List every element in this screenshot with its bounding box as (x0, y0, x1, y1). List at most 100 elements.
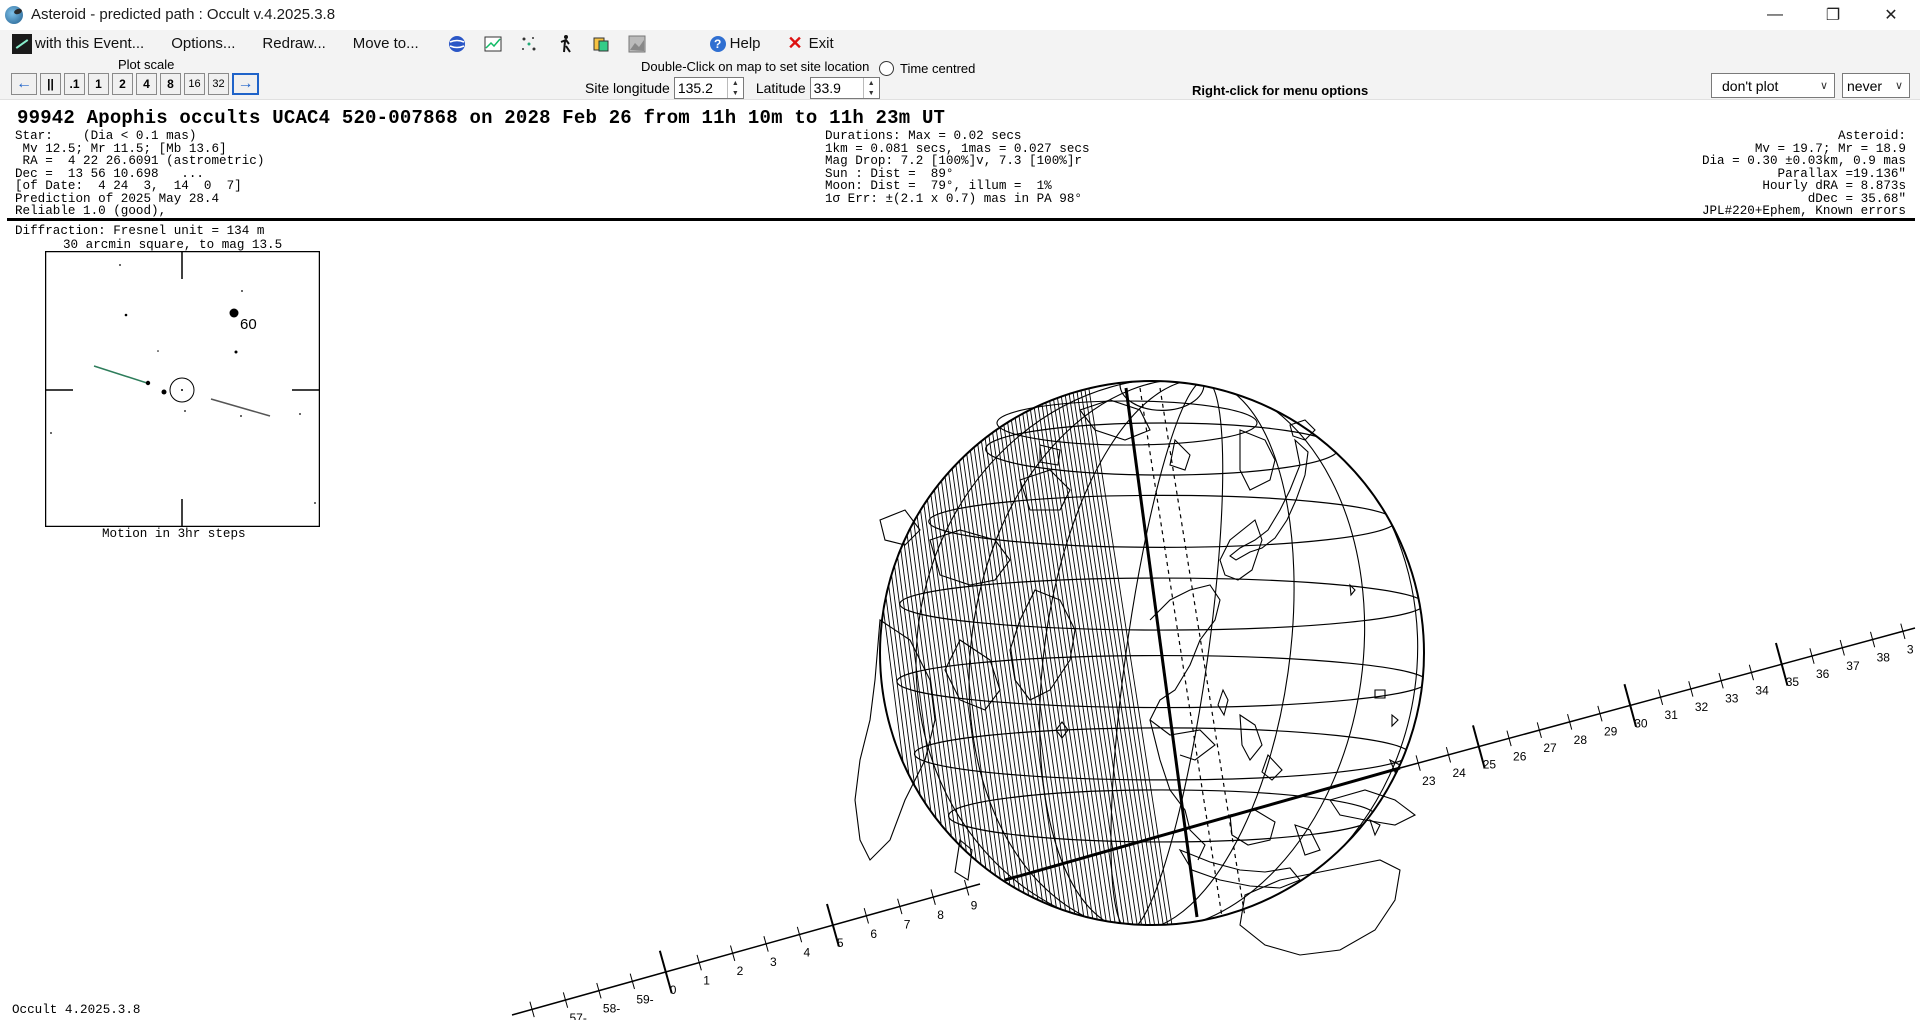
star-info-line: [of Date: 4 24 3, 14 0 7] (15, 179, 242, 193)
menu-options[interactable]: Options... (171, 30, 235, 57)
chevron-down-icon: ∨ (1894, 80, 1903, 92)
scale-button-4[interactable]: 4 (136, 73, 157, 95)
menu-help-label: Help (729, 35, 761, 52)
image-icon[interactable] (626, 33, 648, 55)
asteroid-info: Asteroid: Mv = 19.7; Mr = 18.9 Dia = 0.30 … (1702, 130, 1906, 218)
double-click-hint: Double-Click on map to set site location (641, 59, 870, 74)
menu-options-label: Options... (171, 35, 236, 52)
upper-track-label: 35 (1786, 675, 1800, 689)
close-icon[interactable]: ✕ (1862, 0, 1920, 29)
scale-button-1[interactable]: 1 (88, 73, 109, 95)
title-bar: Asteroid - predicted path : Occult v.4.2… (0, 0, 1920, 29)
plot-select-value: don't plot (1722, 77, 1779, 94)
window-title: Asteroid - predicted path : Occult v.4.2… (31, 6, 336, 23)
scale-button-8[interactable]: 8 (160, 73, 181, 95)
version-footer: Occult 4.2025.3.8 (12, 1003, 141, 1017)
lower-track-label: 0 (670, 983, 677, 997)
event-title: 99942 Apophis occults UCAC4 520-007868 o… (17, 107, 946, 129)
lower-track-label: 4 (803, 946, 810, 960)
event-header: 99942 Apophis occults UCAC4 520-007868 o… (0, 100, 1920, 221)
lower-track-label: 5 (837, 936, 844, 950)
upper-track-label: 27 (1543, 741, 1557, 755)
minimize-icon[interactable]: — (1746, 0, 1804, 29)
never-select-value: never (1847, 77, 1883, 94)
site-longitude-label: Site longitude (585, 80, 670, 96)
scale-button-2[interactable]: 2 (112, 73, 133, 95)
star-info-line: Star: (Dia < 0.1 mas) (15, 129, 197, 143)
pause-button[interactable]: || (40, 73, 61, 95)
lower-track-label: 1 (703, 974, 710, 988)
globe-icon[interactable] (446, 33, 468, 55)
upper-track-label: 32 (1695, 700, 1709, 714)
time-centred-label: Time centred (900, 61, 976, 76)
lower-track-label: 59- (636, 992, 653, 1006)
scale-next-button[interactable]: → (232, 73, 259, 95)
site-longitude-spinner[interactable]: ▲ ▼ (726, 78, 743, 98)
upper-track-label: 36 (1816, 667, 1830, 681)
upper-track-label: 37 (1846, 659, 1860, 673)
plot-toolbar: Plot scale ← || .1 1 2 4 8 16 32 → Doubl… (0, 57, 1920, 100)
plot-select[interactable]: don't plot ∨ (1711, 73, 1835, 98)
lower-track-label: 9 (971, 899, 978, 913)
lower-track-label: 57- (569, 1011, 586, 1020)
asteroid-info-line: Asteroid: (1837, 129, 1906, 143)
duration-info-line: Moon: Dist = 79°, illum = 1% (825, 179, 1052, 193)
path-track: 56-57-58-59-0123456789232425262728293031… (511, 623, 1916, 1020)
duration-info-line: Durations: Max = 0.02 secs (825, 129, 1022, 143)
time-centred-radio[interactable] (879, 61, 894, 76)
star-field-icon[interactable] (518, 33, 540, 55)
star-info-line: RA = 4 22 26.6091 (astrometric) (15, 154, 265, 168)
latitude-input[interactable]: 33.9 ▲ ▼ (809, 77, 880, 99)
upper-track-label: 30 (1634, 716, 1648, 730)
star-info: Star: (Dia < 0.1 mas) Mv 12.5; Mr 11.5; … (15, 130, 264, 218)
menu-exit[interactable]: ✕ Exit (788, 30, 834, 57)
upper-track-label: 3 (1907, 642, 1914, 656)
right-click-hint: Right-click for menu options (1192, 83, 1369, 98)
window-controls: — ❐ ✕ (1746, 0, 1920, 29)
restore-icon[interactable]: ❐ (1804, 0, 1862, 29)
scale-button-0.1[interactable]: .1 (64, 73, 85, 95)
chevron-down-icon: ∨ (1819, 80, 1828, 92)
lower-track-label: 2 (737, 964, 744, 978)
upper-track-label: 29 (1604, 725, 1618, 739)
asteroid-app-icon (5, 5, 23, 24)
site-location-row: Site longitude 135.2 ▲ ▼ Latitude 33.9 ▲ ▼ (585, 77, 880, 99)
scale-button-32[interactable]: 32 (208, 73, 229, 95)
duration-info-line: Mag Drop: 7.2 [100%]v, 7.3 [100%]r (825, 154, 1082, 168)
site-longitude-value[interactable]: 135.2 (675, 80, 727, 96)
latitude-value[interactable]: 33.9 (811, 80, 863, 96)
scale-prev-button[interactable]: ← (11, 73, 37, 95)
lower-track-label: 8 (937, 908, 944, 922)
menu-redraw-label: Redraw... (262, 35, 326, 52)
lower-track-label: 58- (603, 1002, 620, 1016)
menu-with-this-event[interactable]: with this Event... (12, 30, 144, 57)
copy-icon[interactable] (590, 33, 612, 55)
upper-track-label: 31 (1665, 708, 1679, 722)
event-chart-icon (12, 33, 32, 54)
upper-track-label: 33 (1725, 692, 1739, 706)
menu-move-to-label: Move to... (352, 35, 419, 52)
observer-icon[interactable] (554, 33, 576, 55)
lower-track-label: 3 (770, 955, 777, 969)
lower-track-line (511, 883, 981, 1016)
latitude-spinner[interactable]: ▲ ▼ (862, 78, 879, 98)
duration-info-line: 1σ Err: ±(2.1 x 0.7) mas in PA 98° (825, 191, 1082, 206)
star-info-line: Reliable 1.0 (good), (15, 204, 167, 218)
lower-track-label: 6 (870, 927, 877, 941)
menu-exit-label: Exit (808, 35, 834, 52)
menu-help[interactable]: ? Help (709, 30, 761, 57)
menu-bar: with this Event... Options... Redraw... … (0, 30, 1920, 57)
asteroid-info-line: Dia = 0.30 ±0.03km, 0.9 mas (1701, 154, 1906, 168)
scale-button-16[interactable]: 16 (184, 73, 205, 95)
upper-track-label: 34 (1755, 683, 1769, 697)
never-select[interactable]: never ∨ (1842, 73, 1910, 98)
upper-track-line (1399, 627, 1916, 769)
graph-icon[interactable] (482, 33, 504, 55)
site-longitude-input[interactable]: 135.2 ▲ ▼ (673, 77, 744, 99)
menu-redraw[interactable]: Redraw... (262, 30, 325, 57)
earth-globe-map[interactable]: 56-57-58-59-0123456789232425262728293031… (0, 220, 1920, 1020)
upper-track-label: 24 (1452, 766, 1466, 780)
time-centred-option[interactable]: Time centred (879, 61, 975, 76)
lower-track-label: 7 (904, 917, 911, 931)
menu-move-to[interactable]: Move to... (353, 30, 419, 57)
